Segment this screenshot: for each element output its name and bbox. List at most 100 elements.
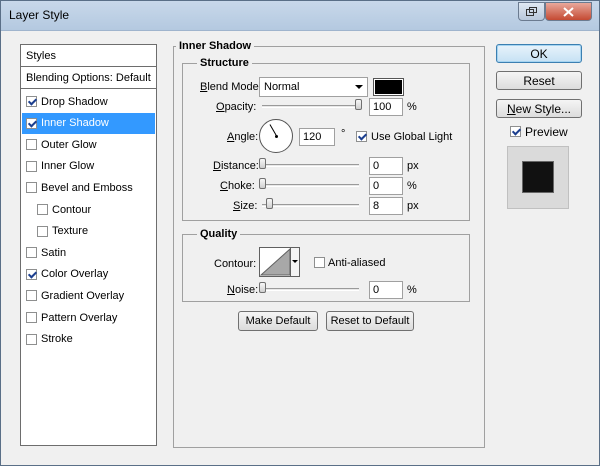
style-item-contour[interactable]: Contour	[22, 199, 155, 220]
style-item-gradient-overlay[interactable]: Gradient Overlay	[22, 285, 155, 306]
style-item-checkbox[interactable]	[26, 160, 37, 172]
distance-unit: px	[407, 160, 419, 172]
style-item-checkbox[interactable]	[26, 312, 37, 323]
size-slider-track[interactable]	[262, 204, 359, 207]
style-item-label: Stroke	[41, 333, 73, 346]
title-bar: Layer Style	[1, 1, 599, 31]
style-item-label: Contour	[52, 203, 92, 216]
noise-input[interactable]: 0	[369, 281, 403, 299]
reset-button[interactable]: Reset	[496, 71, 582, 90]
style-item-label: Satin	[41, 246, 67, 259]
style-item-checkbox[interactable]	[37, 225, 48, 237]
choke-label: Choke:	[220, 180, 255, 192]
style-item-label: Bevel and Emboss	[41, 181, 133, 194]
style-item-checkbox[interactable]	[26, 117, 37, 129]
blend-mode-label: Blend Mode:	[200, 81, 262, 93]
style-item-inner-glow[interactable]: Inner Glow	[22, 156, 155, 177]
use-global-light-label[interactable]: Use Global Light	[371, 131, 452, 143]
size-unit: px	[407, 200, 419, 212]
use-global-light-checkbox[interactable]	[356, 131, 367, 142]
choke-unit: %	[407, 180, 417, 192]
contour-picker[interactable]	[259, 247, 300, 277]
angle-input[interactable]: 120	[299, 128, 335, 146]
style-item-checkbox[interactable]	[26, 290, 37, 302]
blend-mode-value: Normal	[264, 81, 300, 93]
shadow-color-swatch[interactable]	[373, 78, 404, 96]
noise-slider-track[interactable]	[262, 288, 359, 291]
style-item-label: Inner Shadow	[41, 117, 109, 130]
size-slider-thumb[interactable]	[266, 198, 273, 209]
distance-input[interactable]: 0	[369, 157, 403, 175]
opacity-label: Opacity:	[216, 101, 257, 113]
style-item-drop-shadow[interactable]: Drop Shadow	[22, 91, 155, 112]
style-item-checkbox[interactable]	[26, 139, 37, 151]
style-item-label: Pattern Overlay	[41, 311, 118, 324]
style-item-label: Drop Shadow	[41, 95, 108, 108]
distance-slider-thumb[interactable]	[259, 158, 266, 169]
style-item-label: Texture	[52, 225, 89, 238]
style-item-checkbox[interactable]	[26, 96, 37, 107]
opacity-unit: %	[407, 101, 417, 113]
restore-icon[interactable]	[518, 2, 545, 21]
layer-style-dialog: Layer Style Styles Blending Options: Def…	[0, 0, 600, 466]
make-default-button[interactable]: Make Default	[238, 311, 318, 331]
style-item-label: Color Overlay	[41, 268, 109, 281]
structure-title: Structure	[197, 57, 252, 69]
ok-button[interactable]: OK	[496, 44, 582, 63]
style-item-satin[interactable]: Satin	[22, 242, 155, 263]
style-item-checkbox[interactable]	[37, 204, 48, 215]
angle-dial-center	[275, 135, 278, 138]
contour-dropdown[interactable]	[290, 248, 299, 276]
preview-checkbox[interactable]	[510, 126, 521, 137]
style-item-label: Gradient Overlay	[41, 289, 125, 302]
distance-label: Distance:	[213, 160, 259, 172]
noise-label: Noise:	[227, 284, 259, 296]
chevron-down-icon	[292, 260, 298, 263]
chevron-down-icon	[355, 85, 363, 89]
choke-slider-thumb[interactable]	[259, 178, 266, 189]
style-item-pattern-overlay[interactable]: Pattern Overlay	[22, 307, 155, 328]
close-icon[interactable]	[545, 2, 592, 21]
style-item-label: Inner Glow	[41, 160, 95, 173]
style-item-stroke[interactable]: Stroke	[22, 329, 155, 350]
size-input[interactable]: 8	[369, 197, 403, 215]
style-item-checkbox[interactable]	[26, 268, 37, 280]
style-item-color-overlay[interactable]: Color Overlay	[22, 264, 155, 285]
reset-to-default-button[interactable]: Reset to Default	[326, 311, 414, 331]
style-item-label: Outer Glow	[41, 138, 97, 151]
styles-list: Styles Blending Options: Default Drop Sh…	[20, 44, 157, 446]
distance-slider-track[interactable]	[262, 164, 359, 167]
style-item-checkbox[interactable]	[26, 182, 37, 194]
angle-unit: °	[341, 128, 346, 140]
angle-label: Angle:	[227, 131, 259, 143]
style-item-checkbox[interactable]	[26, 247, 37, 259]
anti-aliased-label[interactable]: Anti-aliased	[328, 257, 385, 269]
new-style-button[interactable]: New Style...	[496, 99, 582, 118]
opacity-slider-thumb[interactable]	[355, 99, 362, 110]
choke-slider-track[interactable]	[262, 184, 359, 187]
style-item-bevel-and-emboss[interactable]: Bevel and Emboss	[22, 177, 155, 198]
contour-curve-icon	[260, 248, 291, 276]
style-preview	[507, 146, 569, 209]
angle-dial[interactable]	[259, 119, 293, 153]
size-label: Size:	[233, 200, 258, 212]
style-item-outer-glow[interactable]: Outer Glow	[22, 134, 155, 155]
anti-aliased-checkbox[interactable]	[314, 257, 325, 268]
opacity-slider-track[interactable]	[262, 105, 362, 108]
blend-mode-select[interactable]: Normal	[259, 77, 368, 97]
styles-header[interactable]: Styles	[21, 45, 156, 67]
noise-slider-thumb[interactable]	[259, 282, 266, 293]
preview-label[interactable]: Preview	[525, 125, 568, 139]
quality-title: Quality	[197, 228, 241, 240]
style-item-texture[interactable]: Texture	[22, 221, 155, 242]
inner-shadow-title: Inner Shadow	[176, 40, 255, 52]
opacity-input[interactable]: 100	[369, 98, 403, 116]
choke-input[interactable]: 0	[369, 177, 403, 195]
preview-swatch	[522, 161, 554, 193]
blending-options-item[interactable]: Blending Options: Default	[21, 67, 156, 89]
style-item-checkbox[interactable]	[26, 333, 37, 345]
noise-unit: %	[407, 284, 417, 296]
contour-label: Contour:	[214, 258, 257, 270]
style-item-inner-shadow[interactable]: Inner Shadow	[22, 112, 155, 134]
window-title: Layer Style	[9, 8, 70, 22]
